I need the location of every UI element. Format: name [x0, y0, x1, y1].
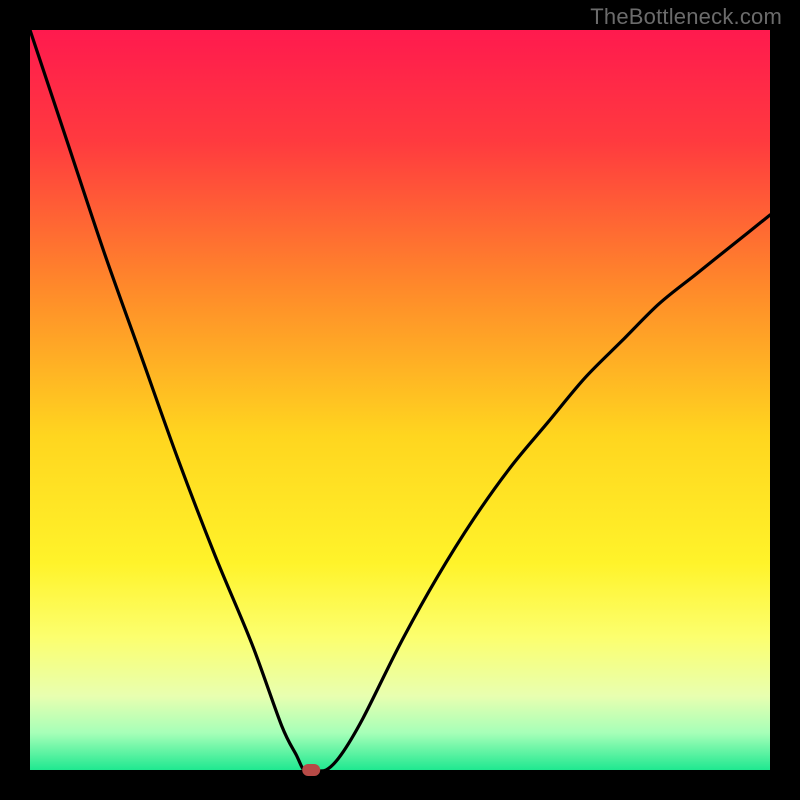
minimum-marker [302, 764, 320, 776]
plot-background [30, 30, 770, 770]
watermark-text: TheBottleneck.com [590, 4, 782, 30]
bottleneck-chart [0, 0, 800, 800]
chart-container: { "watermark": "TheBottleneck.com", "cha… [0, 0, 800, 800]
